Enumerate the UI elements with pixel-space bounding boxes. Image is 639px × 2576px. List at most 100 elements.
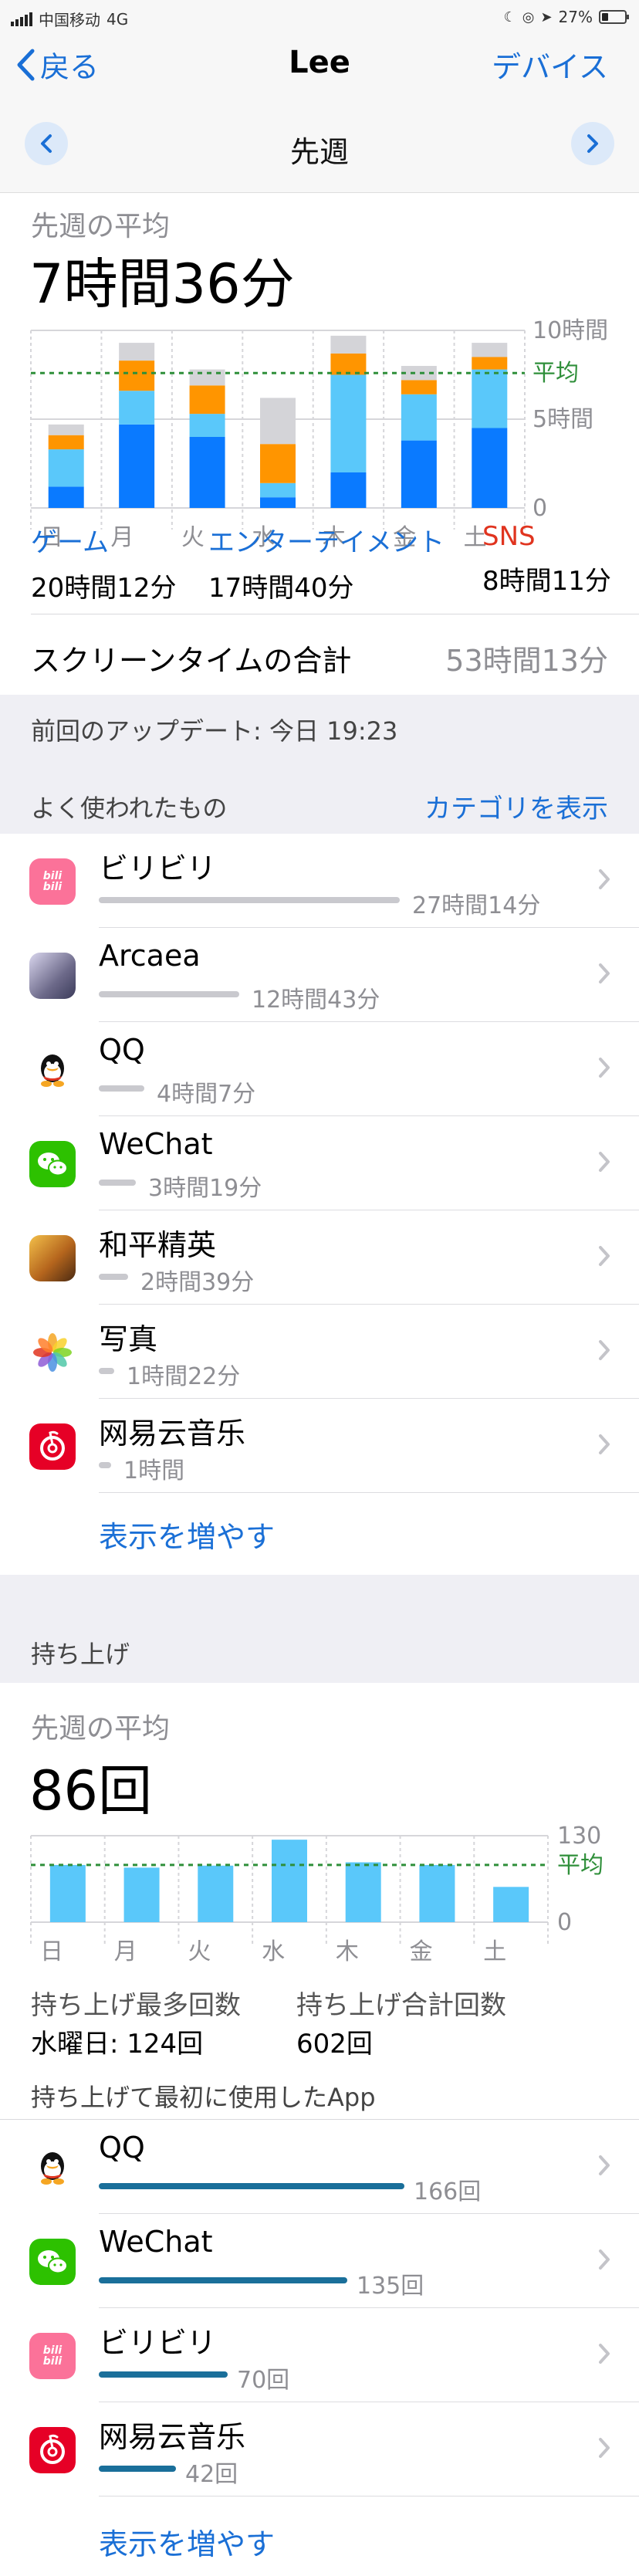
chevron-right-icon xyxy=(597,2248,611,2274)
most-used-title: よく使われたもの xyxy=(31,794,228,823)
bilibili-icon: bili bili xyxy=(29,858,76,905)
app-row[interactable]: 和平精英 2時間39分 xyxy=(0,1210,639,1305)
usage-bar xyxy=(99,1368,114,1374)
category-value: 17時間40分 xyxy=(208,573,354,604)
average-label: 先週の平均 xyxy=(31,211,171,242)
devices-button[interactable]: デバイス xyxy=(492,43,608,86)
usage-time: 1時間22分 xyxy=(127,1363,241,1390)
app-row[interactable]: bili bili ビリビリ 27時間14分 xyxy=(0,834,639,928)
pickup-bar xyxy=(99,2466,176,2472)
category-summary-games: ゲーム 20時間12分 xyxy=(31,521,177,604)
app-name: QQ xyxy=(99,1033,145,1067)
screen-time-card: 先週の平均 7時間36分 10時間 5時間 0 日月火水木金土平均 ゲーム 20時間1… xyxy=(0,193,639,695)
bar-segment xyxy=(260,482,296,498)
app-row[interactable]: 网易云音乐 42回 xyxy=(0,2402,639,2496)
week-label: 先週 xyxy=(289,135,349,169)
category-summary-sns: SNS 8時間11分 xyxy=(482,521,611,597)
x-tick-label: 火 xyxy=(188,1938,211,1965)
app-row[interactable]: QQ 166回 xyxy=(0,2120,639,2214)
pickup-bar xyxy=(49,1864,86,1922)
app-row[interactable]: 写真 1時間22分 xyxy=(0,1305,639,1399)
moon-icon: ☾ xyxy=(503,8,516,25)
category-name: ゲーム xyxy=(31,527,109,558)
usage-bar xyxy=(99,1180,136,1186)
chevron-right-icon xyxy=(597,868,611,894)
app-row[interactable]: Arcaea 12時間43分 xyxy=(0,928,639,1022)
chevron-right-icon xyxy=(597,962,611,988)
pickups-card: 先週の平均 86回 130 0 日月火水木金土平均 持ち上げ最多回数 水曜日: 12… xyxy=(0,1683,639,2576)
most-used-show-more-row: 表示を増やす xyxy=(0,1493,639,1575)
show-categories-link[interactable]: カテゴリを表示 xyxy=(424,787,608,825)
app-row[interactable]: bili bili ビリビリ 70回 xyxy=(0,2308,639,2402)
bar-segment xyxy=(48,435,84,450)
signal-icon xyxy=(11,12,32,26)
next-week-button[interactable] xyxy=(571,122,614,165)
usage-time: 12時間43分 xyxy=(252,987,380,1014)
app-name: ビリビリ xyxy=(99,2326,217,2360)
most-used-header: よく使われたもの カテゴリを表示 xyxy=(0,764,639,834)
x-tick-label: 土 xyxy=(483,1938,506,1965)
bar-segment xyxy=(260,398,296,445)
max-pickups-value: 水曜日: 124回 xyxy=(31,2029,204,2060)
wechat-icon xyxy=(29,2239,76,2285)
usage-time: 27時間14分 xyxy=(412,892,541,919)
y-tick-label: 130 xyxy=(557,1823,601,1850)
pickup-bar xyxy=(345,1862,381,1922)
qq-icon xyxy=(29,1047,76,1093)
bar-segment xyxy=(260,497,296,508)
app-row[interactable]: 网易云音乐 1時間 xyxy=(0,1399,639,1493)
chevron-right-icon xyxy=(597,1433,611,1459)
chevron-right-icon xyxy=(597,2154,611,2180)
pickup-bar xyxy=(419,1864,455,1922)
average-value: 7時間36分 xyxy=(29,252,295,316)
pickups-show-more-button[interactable]: 表示を増やす xyxy=(99,2520,275,2563)
usage-bar xyxy=(99,1462,111,1468)
app-row[interactable]: QQ 4時間7分 xyxy=(0,1022,639,1116)
y-tick-label: 0 xyxy=(532,495,547,522)
usage-time: 3時間19分 xyxy=(148,1175,262,1202)
average-label: 平均 xyxy=(557,1852,604,1879)
arcaea-icon xyxy=(29,953,76,999)
category-value: 20時間12分 xyxy=(31,573,177,604)
wechat-icon xyxy=(29,1141,76,1187)
x-tick-label: 火 xyxy=(181,524,205,551)
average-label: 平均 xyxy=(532,360,579,387)
app-name: WeChat xyxy=(99,1127,213,1161)
bar-segment xyxy=(401,394,437,441)
bar-segment xyxy=(472,428,508,508)
y-tick-label: 5時間 xyxy=(532,406,593,433)
pickups-average-label: 先週の平均 xyxy=(31,1713,171,1745)
navigation-bar: 戻る Lee デバイス xyxy=(0,34,639,97)
location-icon: ➤ xyxy=(540,8,553,25)
chevron-right-icon xyxy=(597,1150,611,1176)
pickup-bar xyxy=(123,1867,160,1922)
bar-segment xyxy=(119,343,155,361)
app-name: WeChat xyxy=(99,2225,213,2259)
pickup-bar xyxy=(493,1887,529,1922)
bar-segment xyxy=(330,472,367,508)
usage-time: 1時間 xyxy=(123,1457,185,1484)
pickup-bar xyxy=(99,2277,347,2283)
category-name: エンターテイメント xyxy=(208,527,445,558)
bar-segment xyxy=(119,424,155,508)
show-more-button[interactable]: 表示を増やす xyxy=(99,1513,275,1555)
bar-segment xyxy=(260,444,296,483)
qq-icon xyxy=(29,2144,76,2191)
app-row[interactable]: WeChat 3時間19分 xyxy=(0,1116,639,1210)
pickup-count: 70回 xyxy=(237,2367,290,2394)
chevron-right-icon xyxy=(587,134,598,153)
carrier-label: 中国移动 xyxy=(39,11,100,29)
x-tick-label: 水 xyxy=(262,1938,285,1965)
total-pickups-value: 602回 xyxy=(296,2029,373,2060)
usage-time: 2時間39分 xyxy=(140,1269,255,1296)
status-bar: 中国移动 4G ☾ ◎ ➤ 27% xyxy=(0,0,639,34)
app-row[interactable]: WeChat 135回 xyxy=(0,2214,639,2308)
app-name: 写真 xyxy=(99,1322,158,1356)
photos-icon xyxy=(29,1329,76,1376)
app-name: ビリビリ xyxy=(99,851,217,885)
bar-segment xyxy=(189,385,225,415)
x-tick-label: 木 xyxy=(336,1938,359,1965)
chevron-right-icon xyxy=(597,2436,611,2463)
pickup-count: 166回 xyxy=(414,2178,482,2205)
bar-segment xyxy=(401,380,437,394)
